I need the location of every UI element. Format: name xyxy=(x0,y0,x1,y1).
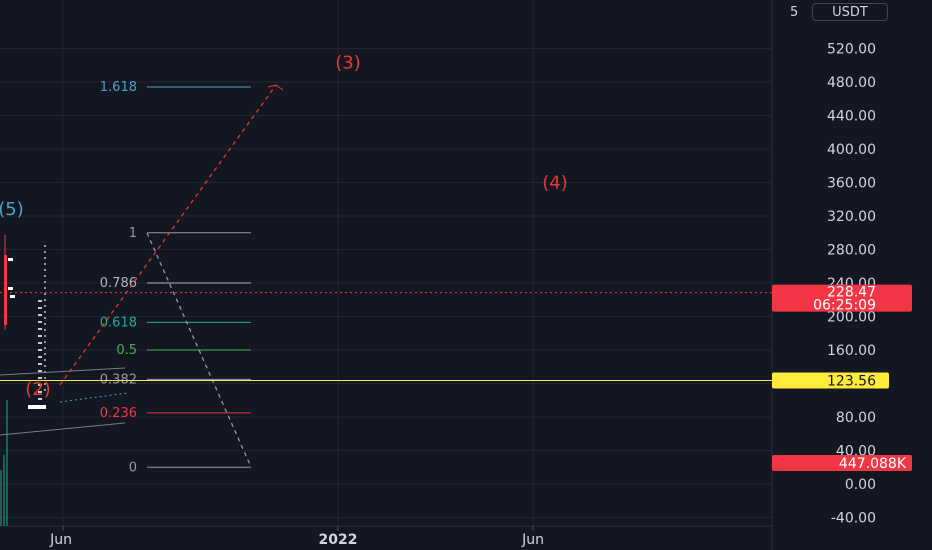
price-tick-label: 160.00 xyxy=(827,343,876,359)
wave-label: (2) xyxy=(25,379,51,400)
fib-level-label: 1.618 xyxy=(100,80,137,95)
volume-bar xyxy=(0,470,2,526)
wave-projection-lines[interactable] xyxy=(59,84,284,468)
volume-label: 447.088K xyxy=(839,456,907,472)
volume-bars xyxy=(0,400,8,526)
top-axis-partial-label: 5 xyxy=(790,5,799,20)
fib-level-label: 0 xyxy=(129,460,137,475)
price-tick-label: -40.00 xyxy=(831,511,876,527)
currency-button[interactable]: USDT xyxy=(812,3,888,21)
fib-level-label: 0.236 xyxy=(100,406,137,421)
candle-body xyxy=(4,255,7,325)
price-tick-label: 440.00 xyxy=(827,109,876,125)
countdown-label: 06:25:09 xyxy=(813,298,876,314)
fib-level-label: 0.618 xyxy=(100,315,137,330)
fib-level-label: 1 xyxy=(129,226,137,241)
time-tick-label: 2022 xyxy=(319,532,358,548)
price-tick-label: 520.00 xyxy=(827,42,876,58)
fib-level-label: 0.786 xyxy=(100,276,137,291)
price-tick-label: 480.00 xyxy=(827,75,876,91)
trend-line-dotted xyxy=(59,392,129,403)
price-lines[interactable] xyxy=(0,292,772,382)
wave-label: (5) xyxy=(0,199,24,220)
elliott-wave-labels: (3) (4) (2) (5) xyxy=(0,53,568,401)
volume-bar xyxy=(6,400,8,526)
price-tick-label: 360.00 xyxy=(827,176,876,192)
projection-line-up xyxy=(59,84,277,386)
time-axis[interactable]: Jun 2022 Jun xyxy=(49,526,544,548)
price-tick-label: 320.00 xyxy=(827,209,876,225)
price-tick-label: 80.00 xyxy=(836,410,876,426)
volume-bar xyxy=(3,455,5,526)
wave-label: (3) xyxy=(335,53,361,74)
price-marker xyxy=(28,405,46,409)
time-tick-label: Jun xyxy=(521,532,544,548)
fib-level-label: 0.5 xyxy=(116,343,137,358)
wave-label: (4) xyxy=(542,172,568,193)
fib-level-label: 0.382 xyxy=(100,372,137,387)
price-marker xyxy=(8,287,13,290)
price-tick-label: 400.00 xyxy=(827,142,876,158)
price-marker xyxy=(10,295,15,298)
time-tick-label: Jun xyxy=(49,532,72,548)
price-tick-label: 0.00 xyxy=(845,477,876,493)
horizontal-line-label: 123.56 xyxy=(827,374,876,390)
price-tick-label: 280.00 xyxy=(827,243,876,259)
price-marker xyxy=(8,258,13,261)
price-chart[interactable]: 1.618 1 0.786 0.618 0.5 0.382 0.236 0 (3) (4) (2)… xyxy=(0,0,932,550)
